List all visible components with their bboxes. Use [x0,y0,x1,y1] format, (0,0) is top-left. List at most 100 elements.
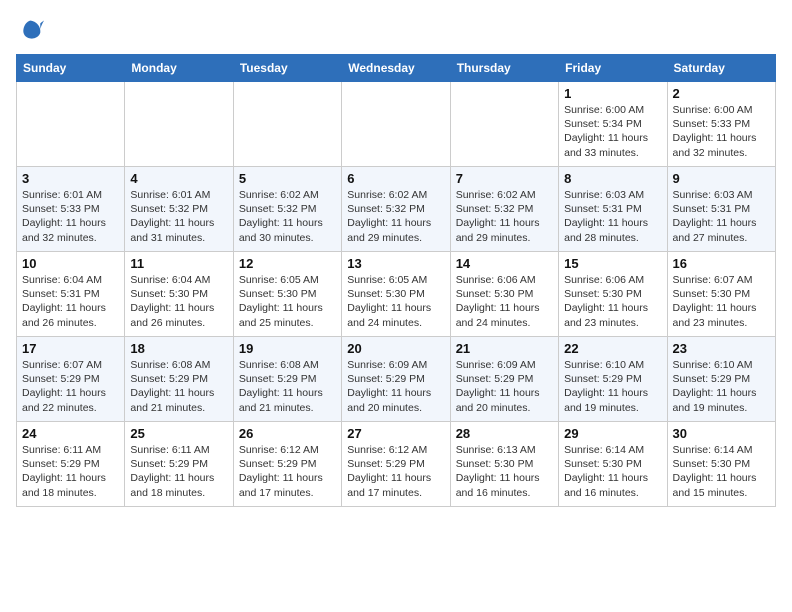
calendar-cell: 29 Sunrise: 6:14 AM Sunset: 5:30 PM Dayli… [559,422,667,507]
day-info: Sunrise: 6:12 AM Sunset: 5:29 PM Dayligh… [347,443,444,500]
calendar-cell: 26 Sunrise: 6:12 AM Sunset: 5:29 PM Dayli… [233,422,341,507]
calendar-week-5: 24 Sunrise: 6:11 AM Sunset: 5:29 PM Dayli… [17,422,776,507]
calendar-cell [342,82,450,167]
day-number: 4 [130,171,227,186]
day-info: Sunrise: 6:13 AM Sunset: 5:30 PM Dayligh… [456,443,553,500]
day-info: Sunrise: 6:05 AM Sunset: 5:30 PM Dayligh… [347,273,444,330]
day-number: 2 [673,86,770,101]
day-info: Sunrise: 6:04 AM Sunset: 5:31 PM Dayligh… [22,273,119,330]
day-number: 23 [673,341,770,356]
calendar-body: 1 Sunrise: 6:00 AM Sunset: 5:34 PM Daylig… [17,82,776,507]
calendar-cell: 30Sunrise: 6:14 AM Sunset: 5:30 PM Dayli… [667,422,775,507]
calendar-cell: 10 Sunrise: 6:04 AM Sunset: 5:31 PM Dayli… [17,252,125,337]
day-number: 15 [564,256,661,271]
calendar-week-4: 17 Sunrise: 6:07 AM Sunset: 5:29 PM Dayli… [17,337,776,422]
day-info: Sunrise: 6:02 AM Sunset: 5:32 PM Dayligh… [347,188,444,245]
calendar-cell: 25Sunrise: 6:11 AM Sunset: 5:29 PM Dayli… [125,422,233,507]
day-info: Sunrise: 6:03 AM Sunset: 5:31 PM Dayligh… [564,188,661,245]
day-info: Sunrise: 6:14 AM Sunset: 5:30 PM Dayligh… [673,443,770,500]
calendar-cell: 17 Sunrise: 6:07 AM Sunset: 5:29 PM Dayli… [17,337,125,422]
day-info: Sunrise: 6:06 AM Sunset: 5:30 PM Dayligh… [564,273,661,330]
calendar-header-monday: Monday [125,55,233,82]
day-number: 8 [564,171,661,186]
page-header [16,16,776,44]
day-number: 1 [564,86,661,101]
calendar-cell: 5 Sunrise: 6:02 AM Sunset: 5:32 PM Daylig… [233,167,341,252]
calendar-cell: 8 Sunrise: 6:03 AM Sunset: 5:31 PM Daylig… [559,167,667,252]
day-number: 12 [239,256,336,271]
day-info: Sunrise: 6:09 AM Sunset: 5:29 PM Dayligh… [347,358,444,415]
day-number: 29 [564,426,661,441]
logo-icon [16,16,44,44]
calendar-week-3: 10 Sunrise: 6:04 AM Sunset: 5:31 PM Dayli… [17,252,776,337]
day-number: 18 [130,341,227,356]
day-info: Sunrise: 6:05 AM Sunset: 5:30 PM Dayligh… [239,273,336,330]
logo [16,16,48,44]
calendar-cell: 11 Sunrise: 6:04 AM Sunset: 5:30 PM Dayli… [125,252,233,337]
day-number: 26 [239,426,336,441]
day-info: Sunrise: 6:00 AM Sunset: 5:33 PM Dayligh… [673,103,770,160]
calendar-cell: 9 Sunrise: 6:03 AM Sunset: 5:31 PM Daylig… [667,167,775,252]
day-info: Sunrise: 6:01 AM Sunset: 5:32 PM Dayligh… [130,188,227,245]
calendar-week-2: 3Sunrise: 6:01 AM Sunset: 5:33 PM Daylig… [17,167,776,252]
day-info: Sunrise: 6:10 AM Sunset: 5:29 PM Dayligh… [564,358,661,415]
day-number: 6 [347,171,444,186]
calendar-cell: 21 Sunrise: 6:09 AM Sunset: 5:29 PM Dayli… [450,337,558,422]
day-info: Sunrise: 6:07 AM Sunset: 5:29 PM Dayligh… [22,358,119,415]
calendar-header-friday: Friday [559,55,667,82]
calendar-table: SundayMondayTuesdayWednesdayThursdayFrid… [16,54,776,507]
calendar-cell: 28 Sunrise: 6:13 AM Sunset: 5:30 PM Dayli… [450,422,558,507]
day-number: 14 [456,256,553,271]
calendar-cell: 23 Sunrise: 6:10 AM Sunset: 5:29 PM Dayli… [667,337,775,422]
calendar-cell: 12 Sunrise: 6:05 AM Sunset: 5:30 PM Dayli… [233,252,341,337]
calendar-cell: 18 Sunrise: 6:08 AM Sunset: 5:29 PM Dayli… [125,337,233,422]
day-number: 17 [22,341,119,356]
calendar-cell [233,82,341,167]
day-info: Sunrise: 6:02 AM Sunset: 5:32 PM Dayligh… [239,188,336,245]
day-info: Sunrise: 6:03 AM Sunset: 5:31 PM Dayligh… [673,188,770,245]
day-number: 10 [22,256,119,271]
calendar-cell: 1 Sunrise: 6:00 AM Sunset: 5:34 PM Daylig… [559,82,667,167]
calendar-header-saturday: Saturday [667,55,775,82]
day-info: Sunrise: 6:08 AM Sunset: 5:29 PM Dayligh… [239,358,336,415]
calendar-cell: 4 Sunrise: 6:01 AM Sunset: 5:32 PM Daylig… [125,167,233,252]
calendar-cell: 6 Sunrise: 6:02 AM Sunset: 5:32 PM Daylig… [342,167,450,252]
calendar-cell: 19Sunrise: 6:08 AM Sunset: 5:29 PM Dayli… [233,337,341,422]
day-number: 5 [239,171,336,186]
calendar-cell: 15 Sunrise: 6:06 AM Sunset: 5:30 PM Dayli… [559,252,667,337]
day-number: 3 [22,171,119,186]
calendar-cell: 13Sunrise: 6:05 AM Sunset: 5:30 PM Dayli… [342,252,450,337]
day-number: 24 [22,426,119,441]
calendar-week-1: 1 Sunrise: 6:00 AM Sunset: 5:34 PM Daylig… [17,82,776,167]
calendar-cell: 7Sunrise: 6:02 AM Sunset: 5:32 PM Daylig… [450,167,558,252]
day-number: 20 [347,341,444,356]
day-info: Sunrise: 6:07 AM Sunset: 5:30 PM Dayligh… [673,273,770,330]
day-info: Sunrise: 6:04 AM Sunset: 5:30 PM Dayligh… [130,273,227,330]
calendar-header-tuesday: Tuesday [233,55,341,82]
day-info: Sunrise: 6:00 AM Sunset: 5:34 PM Dayligh… [564,103,661,160]
day-number: 21 [456,341,553,356]
calendar-header-sunday: Sunday [17,55,125,82]
calendar-cell: 24 Sunrise: 6:11 AM Sunset: 5:29 PM Dayli… [17,422,125,507]
calendar-cell: 22Sunrise: 6:10 AM Sunset: 5:29 PM Dayli… [559,337,667,422]
day-number: 27 [347,426,444,441]
calendar-header-wednesday: Wednesday [342,55,450,82]
day-number: 9 [673,171,770,186]
day-number: 25 [130,426,227,441]
calendar-cell: 27 Sunrise: 6:12 AM Sunset: 5:29 PM Dayli… [342,422,450,507]
day-number: 11 [130,256,227,271]
day-info: Sunrise: 6:12 AM Sunset: 5:29 PM Dayligh… [239,443,336,500]
day-info: Sunrise: 6:09 AM Sunset: 5:29 PM Dayligh… [456,358,553,415]
day-number: 16 [673,256,770,271]
calendar-cell [450,82,558,167]
day-info: Sunrise: 6:08 AM Sunset: 5:29 PM Dayligh… [130,358,227,415]
calendar-cell: 14Sunrise: 6:06 AM Sunset: 5:30 PM Dayli… [450,252,558,337]
calendar-cell: 2 Sunrise: 6:00 AM Sunset: 5:33 PM Daylig… [667,82,775,167]
day-number: 28 [456,426,553,441]
calendar-header-thursday: Thursday [450,55,558,82]
calendar-cell: 20 Sunrise: 6:09 AM Sunset: 5:29 PM Dayli… [342,337,450,422]
day-info: Sunrise: 6:10 AM Sunset: 5:29 PM Dayligh… [673,358,770,415]
calendar-cell [125,82,233,167]
day-info: Sunrise: 6:14 AM Sunset: 5:30 PM Dayligh… [564,443,661,500]
day-info: Sunrise: 6:11 AM Sunset: 5:29 PM Dayligh… [22,443,119,500]
